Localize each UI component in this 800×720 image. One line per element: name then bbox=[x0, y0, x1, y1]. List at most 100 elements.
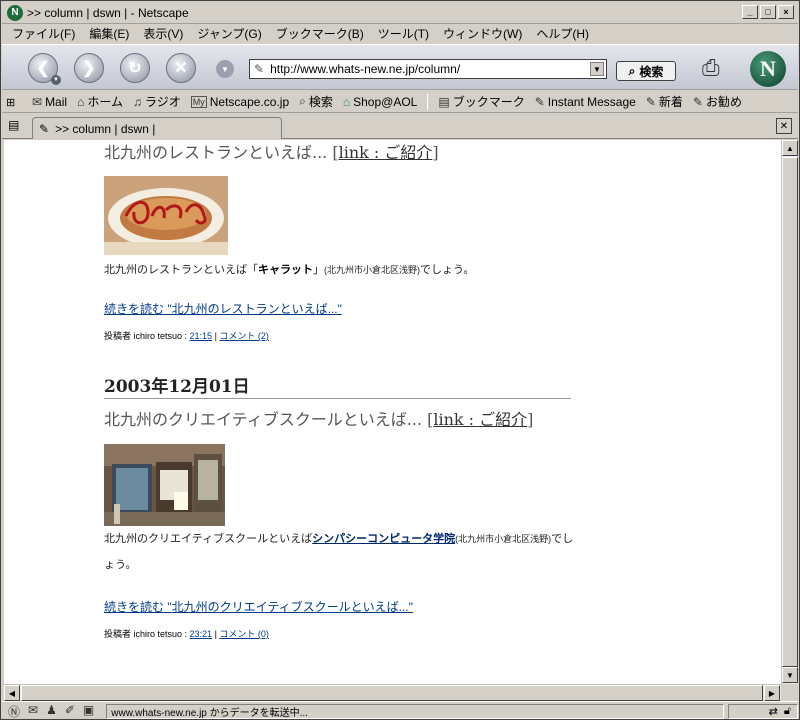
menu-view[interactable]: 表示(V) bbox=[143, 25, 183, 42]
post-link-restaurant[interactable]: link : ご紹介 bbox=[339, 143, 433, 162]
bookmark-home[interactable]: ⌂ ホーム bbox=[77, 93, 123, 110]
bookmark-recommended[interactable]: ✎ お勧め bbox=[693, 93, 742, 110]
url-text: http://www.whats-new.ne.jp/column/ bbox=[270, 62, 461, 76]
school-name-link[interactable]: シンパシーコンピュータ学院 bbox=[312, 533, 455, 545]
comments-link-school[interactable]: コメント (0) bbox=[219, 629, 269, 639]
school-photo bbox=[104, 444, 225, 526]
back-arrow-icon: ❮ bbox=[36, 60, 50, 77]
reload-button[interactable]: ↻ bbox=[120, 53, 150, 83]
post-title-restaurant: 北九州のレストランといえば... [link : ご紹介] bbox=[104, 143, 439, 162]
new-tab-icon[interactable]: ▤ bbox=[8, 118, 24, 134]
menu-window[interactable]: ウィンドウ(W) bbox=[443, 25, 522, 42]
search-button-label: 検索 bbox=[639, 64, 664, 79]
my-netscape-icon: My bbox=[190, 95, 207, 108]
scroll-down-icon[interactable]: ▼ bbox=[782, 667, 798, 683]
radio-icon: ♫ bbox=[132, 94, 142, 109]
security-lock-icon[interactable]: 🔓︎ bbox=[784, 705, 791, 718]
horizontal-scroll-thumb[interactable] bbox=[21, 685, 763, 701]
link-icon: ✎ bbox=[645, 94, 656, 109]
personal-toolbar: ⊞ ✉ Mail ⌂ ホーム ♫ ラジオ My Netscape.co.jp ⌕… bbox=[2, 91, 798, 113]
composer-status-icon[interactable]: ✐ bbox=[65, 703, 75, 720]
page-icon: ✎ bbox=[39, 121, 50, 136]
online-status-icon[interactable]: ⇄ bbox=[769, 705, 778, 718]
toolbar-separator bbox=[427, 93, 429, 110]
restaurant-name: キャラット bbox=[258, 264, 313, 276]
title-bar: N >> column | dswn | - Netscape _ □ × bbox=[2, 2, 798, 24]
mail-icon: ✉ bbox=[32, 94, 43, 109]
bookmark-radio[interactable]: ♫ ラジオ bbox=[133, 93, 181, 110]
magnifier-icon: ⌕ bbox=[628, 63, 636, 78]
status-bar: Ⓝ ✉ ♟ ✐ ▣ www.whats-new.ne.jp からデータを転送中.… bbox=[2, 701, 798, 720]
tab-label: >> column | dswn | bbox=[55, 121, 156, 136]
browser-window: N >> column | dswn | - Netscape _ □ × ファ… bbox=[0, 0, 800, 720]
menu-bookmarks[interactable]: ブックマーク(B) bbox=[276, 25, 364, 42]
back-dropdown-icon[interactable]: ▼ bbox=[51, 75, 61, 85]
scroll-left-icon[interactable]: ◀ bbox=[4, 685, 20, 701]
home-icon: ⌂ bbox=[77, 94, 85, 109]
im-status-icon[interactable]: ♟ bbox=[46, 703, 57, 720]
netscape-app-icon[interactable]: N bbox=[7, 4, 23, 21]
bookmark-folder-icon: ▤ bbox=[438, 94, 450, 109]
permalink-school[interactable]: 23:21 bbox=[190, 629, 213, 639]
reload-icon: ↻ bbox=[128, 60, 142, 77]
post-footer-restaurant: 投稿者 ichiro tetsuo : 21:15 | コメント (2) bbox=[104, 331, 269, 341]
scroll-up-icon[interactable]: ▲ bbox=[782, 140, 798, 156]
tab-column[interactable]: ✎ >> column | dswn | bbox=[32, 117, 282, 139]
post-footer-school: 投稿者 ichiro tetsuo : 23:21 | コメント (0) bbox=[104, 629, 269, 639]
menu-tools[interactable]: ツール(T) bbox=[378, 25, 429, 42]
vertical-scroll-thumb[interactable] bbox=[782, 157, 798, 667]
page-proxy-icon[interactable]: ✎ bbox=[254, 62, 264, 76]
status-indicators: ⇄ 🔓︎ bbox=[728, 703, 798, 719]
readmore-link-school[interactable]: 続きを読む "北九州のクリエイティブスクールといえば..." bbox=[104, 598, 413, 615]
scroll-right-icon[interactable]: ▶ bbox=[764, 685, 780, 701]
mail-status-icon[interactable]: ✉ bbox=[28, 703, 38, 720]
search-icon: ⌕ bbox=[299, 94, 306, 108]
menu-help[interactable]: ヘルプ(H) bbox=[536, 25, 589, 42]
post-body-school: 北九州のクリエイティブスクールといえばシンパシーコンピュータ学院(北九州市小倉北… bbox=[104, 533, 574, 571]
menu-bar: ファイル(F) 編集(E) 表示(V) ジャンプ(G) ブックマーク(B) ツー… bbox=[2, 24, 798, 43]
readmore-link-restaurant[interactable]: 続きを読む "北九州のレストランといえば..." bbox=[104, 300, 342, 317]
url-go-icon[interactable]: ▼ bbox=[216, 60, 234, 78]
close-button[interactable]: × bbox=[778, 5, 794, 19]
bookmark-search[interactable]: ⌕ 検索 bbox=[299, 93, 333, 110]
stop-icon: ✕ bbox=[174, 60, 188, 77]
netscape-logo[interactable]: N bbox=[750, 51, 786, 87]
comments-link-restaurant[interactable]: コメント (2) bbox=[219, 331, 269, 341]
bookmark-mail[interactable]: ✉ Mail bbox=[32, 95, 67, 109]
minimize-button[interactable]: _ bbox=[742, 5, 758, 19]
toolbar-grip-icon[interactable]: ⊞ bbox=[6, 94, 26, 110]
menu-file[interactable]: ファイル(F) bbox=[12, 25, 75, 42]
bookmark-shop[interactable]: ⌂ Shop@AOL bbox=[343, 95, 417, 109]
forward-button[interactable]: ❯ bbox=[74, 53, 104, 83]
netscape-status-icon[interactable]: Ⓝ bbox=[8, 703, 20, 720]
search-button[interactable]: ⌕ 検索 bbox=[616, 61, 676, 81]
post-link-school[interactable]: link : ご紹介 bbox=[433, 410, 527, 429]
tab-bar: ▤ ✎ >> column | dswn | ✕ bbox=[2, 114, 798, 139]
url-bar[interactable]: ✎ http://www.whats-new.ne.jp/column/ ▼ bbox=[249, 59, 607, 79]
stop-button[interactable]: ✕ bbox=[166, 53, 196, 83]
permalink-restaurant[interactable]: 21:15 bbox=[190, 331, 213, 341]
link-icon: ✎ bbox=[692, 94, 703, 109]
forward-arrow-icon: ❯ bbox=[82, 60, 96, 77]
bookmark-netscape[interactable]: My Netscape.co.jp bbox=[190, 95, 289, 109]
print-icon[interactable]: ⎙ bbox=[702, 55, 732, 83]
menu-edit[interactable]: 編集(E) bbox=[89, 25, 129, 42]
menu-go[interactable]: ジャンプ(G) bbox=[197, 25, 261, 42]
restaurant-photo bbox=[104, 176, 228, 255]
bookmarks-menu[interactable]: ▤ ブックマーク bbox=[438, 93, 524, 110]
bookmark-new[interactable]: ✎ 新着 bbox=[646, 93, 683, 110]
date-header: 2003年12月01日 bbox=[104, 372, 571, 399]
close-tab-icon[interactable]: ✕ bbox=[776, 118, 792, 134]
vertical-scrollbar[interactable]: ▲ ▼ bbox=[781, 140, 798, 684]
maximize-button[interactable]: □ bbox=[760, 5, 776, 19]
post-body-restaurant: 北九州のレストランといえば「キャラット」(北九州市小倉北区浅野)でしょう。 bbox=[104, 264, 475, 276]
link-icon: ✎ bbox=[534, 94, 545, 109]
bookmark-instant-message[interactable]: ✎ Instant Message bbox=[535, 95, 636, 109]
navigation-toolbar: ❮ ▼ ❯ ↻ ✕ ▼ ✎ http://www.whats-new.ne.jp… bbox=[2, 44, 798, 90]
shop-icon: ⌂ bbox=[342, 94, 351, 109]
page-content: 北九州のレストランといえば... [link : ご紹介] 北九州のレストランと… bbox=[4, 140, 781, 684]
url-history-dropdown[interactable]: ▼ bbox=[590, 62, 604, 76]
address-book-icon[interactable]: ▣ bbox=[83, 703, 94, 720]
back-button[interactable]: ❮ ▼ bbox=[28, 53, 61, 85]
horizontal-scrollbar[interactable]: ◀ ▶ bbox=[4, 684, 781, 701]
